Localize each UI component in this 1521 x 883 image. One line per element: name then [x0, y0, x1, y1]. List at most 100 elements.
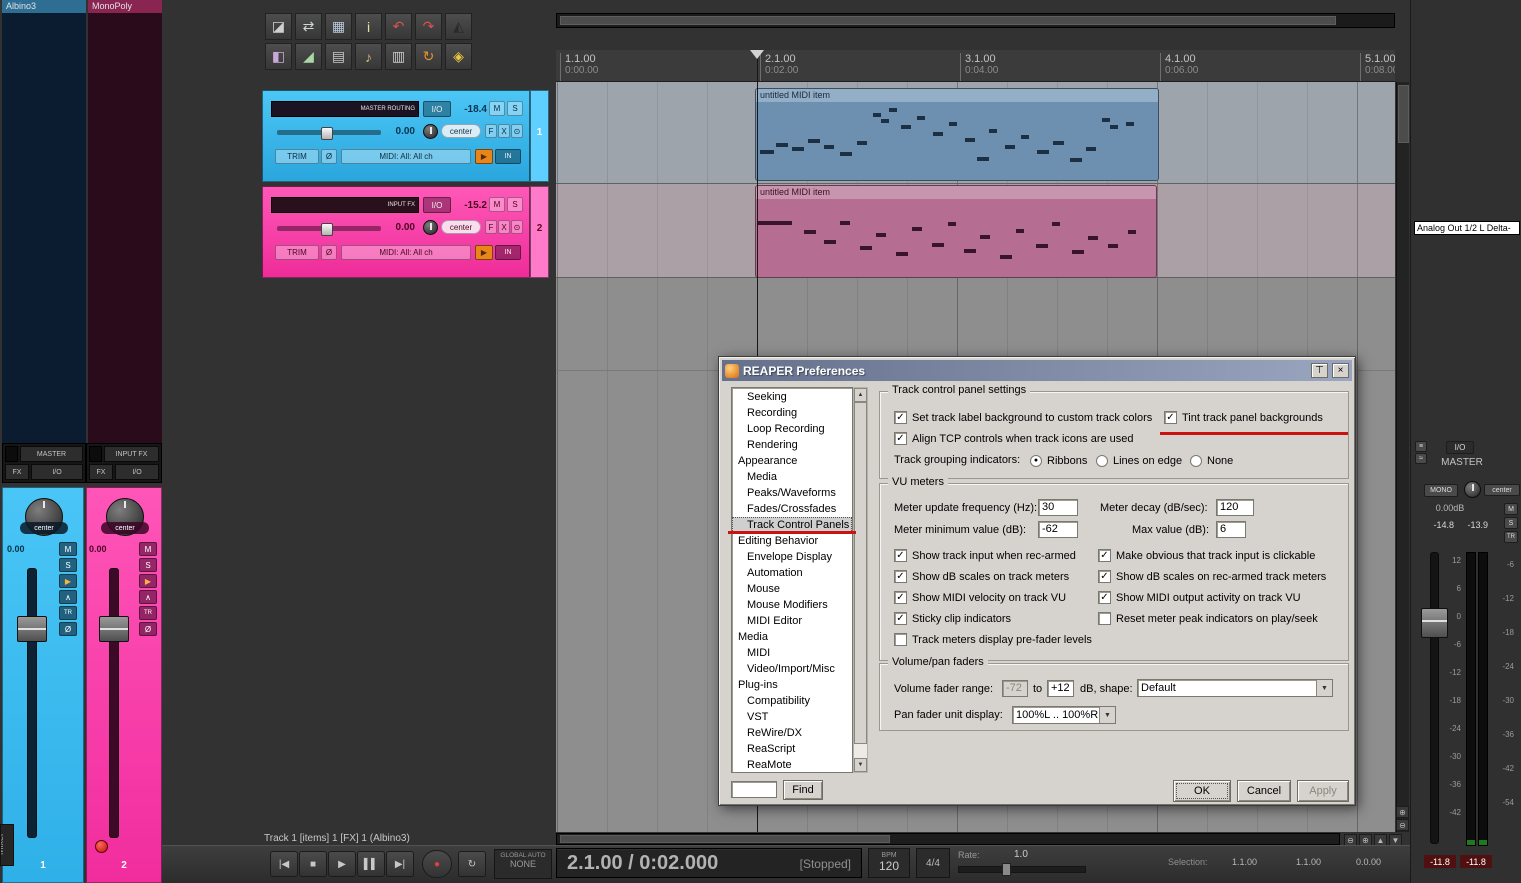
checkbox[interactable]: ✓ [894, 549, 907, 562]
checkbox[interactable]: ✓ [894, 612, 907, 625]
fx-chain-icon[interactable]: ≈ [1415, 453, 1427, 464]
tcp-track2[interactable]: INPUT FX I/O -15.2 M S 0.00 center F X ⊙… [262, 186, 530, 278]
monitor-button[interactable]: ∧ [59, 590, 77, 604]
solo-button[interactable]: S [507, 101, 523, 116]
solo-button[interactable]: S [1504, 517, 1518, 529]
mute-button[interactable]: M [489, 101, 505, 116]
pref-tree-item-rewire-dx[interactable]: ReWire/DX [732, 725, 852, 741]
fader-shape-select[interactable]: Default ▼ [1137, 679, 1333, 697]
bpm-widget[interactable]: BPM 120 [868, 848, 910, 878]
io-button[interactable]: I/O [423, 197, 451, 213]
mute-button[interactable]: M [1504, 503, 1518, 515]
record-button[interactable]: ● [422, 850, 452, 878]
pref-tree-item-media[interactable]: Media [732, 629, 852, 645]
fx-power-icon[interactable]: ⊙ [511, 124, 523, 138]
checkbox-row[interactable]: ✓ Sticky clip indicators [894, 611, 1011, 626]
chevron-down-icon[interactable]: ▼ [1316, 680, 1332, 696]
volume-fader-handle[interactable] [321, 127, 333, 140]
radio-lines-on-edge[interactable]: Lines on edge [1096, 453, 1182, 468]
checkbox-row-custom-colors[interactable]: ✓ Set track label background to custom t… [894, 410, 1152, 425]
fx-power-icon[interactable]: ⊙ [511, 220, 523, 234]
midi-item-body[interactable] [756, 199, 1156, 277]
snap-icon[interactable]: ▥ [385, 43, 412, 70]
monitor-button[interactable]: ∧ [139, 590, 157, 604]
midi-input-button[interactable]: MIDI: All: All ch [341, 149, 471, 164]
trim-button[interactable]: TR [1504, 531, 1518, 543]
fader-range-max-input[interactable]: +12 [1047, 680, 1074, 697]
phase-button[interactable]: Ø [59, 622, 77, 636]
tcp-track1[interactable]: MASTER ROUTING I/O -18.4 M S 0.00 center… [262, 90, 530, 182]
volume-fader-handle[interactable] [321, 223, 333, 236]
fx-bypass-button[interactable]: X [498, 124, 510, 138]
trim-button[interactable]: TR [59, 606, 77, 620]
metronome-icon[interactable]: ♪ [355, 43, 382, 70]
envelope-icon[interactable]: ≡ [1415, 441, 1427, 452]
midi-item-track1[interactable]: untitled MIDI item [755, 88, 1159, 181]
mixer-docker-tab[interactable]: Mixer [0, 824, 14, 866]
pref-tree-item-seeking[interactable]: Seeking [732, 389, 852, 405]
pref-tree-item-recording[interactable]: Recording [732, 405, 852, 421]
preferences-category-list[interactable]: Seeking Recording Loop Recording Rendering A… [731, 387, 853, 773]
dialog-titlebar[interactable]: REAPER Preferences ⊤ × [722, 360, 1352, 381]
scrollbar-thumb[interactable] [1398, 85, 1409, 143]
scrollbar-thumb[interactable] [854, 402, 867, 744]
meter-minimum-input[interactable]: -62 [1038, 521, 1078, 538]
midi-item-body[interactable] [756, 102, 1158, 180]
meter-update-frequency-input[interactable]: 30 [1038, 499, 1078, 516]
apply-button[interactable]: Apply [1297, 780, 1349, 802]
find-button[interactable]: Find [783, 780, 823, 800]
rate-slider-thumb[interactable] [1002, 863, 1011, 876]
repeat-button[interactable]: ↻ [458, 851, 486, 877]
trim-button[interactable]: TRIM [275, 149, 319, 164]
selection-start[interactable]: 1.1.00 [1232, 857, 1257, 867]
pin-icon[interactable]: ⊤ [1311, 363, 1328, 378]
pref-tree-item-compatibility[interactable]: Compatibility [732, 693, 852, 709]
global-automation-widget[interactable]: GLOBAL AUTO NONE [494, 849, 552, 879]
pref-tree-item-mouse[interactable]: Mouse [732, 581, 852, 597]
loop-icon[interactable]: ↻ [415, 43, 442, 70]
checkbox[interactable]: ✓ [894, 591, 907, 604]
selection-length[interactable]: 0.0.00 [1356, 857, 1381, 867]
checkbox-row[interactable]: ✓ Show MIDI velocity on track VU [894, 590, 1066, 605]
redo-icon[interactable]: ↷ [415, 13, 442, 40]
pref-tree-item-envelope-display[interactable]: Envelope Display [732, 549, 852, 565]
checkbox[interactable]: ✓ [894, 570, 907, 583]
go-to-start-button[interactable]: |◀ [270, 851, 298, 877]
pref-tree-item-video-import-misc[interactable]: Video/Import/Misc [732, 661, 852, 677]
pref-tree-item-midi-editor[interactable]: MIDI Editor [732, 613, 852, 629]
pan-value[interactable]: center [20, 522, 68, 534]
phase-button[interactable]: Ø [321, 245, 337, 260]
pref-tree-item-mouse-modifiers[interactable]: Mouse Modifiers [732, 597, 852, 613]
io-button[interactable]: I/O [31, 464, 83, 480]
volume-fader-handle[interactable] [17, 616, 47, 642]
solo-button[interactable]: S [507, 197, 523, 212]
radio-button[interactable] [1190, 454, 1202, 467]
pause-button[interactable]: ▌▌ [357, 851, 385, 877]
list-scrollbar[interactable]: ▲ ▼ [853, 387, 868, 773]
pref-tree-item-editing-behavior[interactable]: Editing Behavior [732, 533, 852, 549]
top-horizontal-scrollbar[interactable] [556, 13, 1395, 28]
volume-fader-track[interactable] [27, 568, 37, 838]
transport-time-display[interactable]: 2.1.00 / 0:02.000 [Stopped] [556, 848, 862, 878]
trim-button[interactable]: TR [139, 606, 157, 620]
solo-button[interactable]: S [59, 558, 77, 572]
midi-input-button[interactable]: MIDI: All: All ch [341, 245, 471, 260]
checkbox[interactable]: ✓ [894, 411, 907, 424]
mute-button[interactable]: M [489, 197, 505, 212]
checkbox[interactable]: ✓ [894, 432, 907, 445]
crossfade-icon[interactable]: ◧ [265, 43, 292, 70]
mixer-tab-track1[interactable]: Albino3 [2, 0, 86, 13]
close-button[interactable]: × [1332, 363, 1349, 378]
pref-tree-item-reamote[interactable]: ReaMote [732, 757, 852, 772]
pref-tree-item-fades-crossfades[interactable]: Fades/Crossfades [732, 501, 852, 517]
checkbox[interactable]: ✓ [1098, 570, 1111, 583]
fx-button[interactable]: F [485, 220, 497, 234]
scroll-up-arrow[interactable]: ▲ [854, 388, 867, 402]
clip-indicator-left[interactable]: -11.8 [1424, 855, 1456, 868]
master-fader-track[interactable] [1430, 552, 1439, 844]
zoom-out-icon[interactable]: ⊖ [1396, 819, 1409, 831]
checkbox-row[interactable]: ✓ Show dB scales on rec-armed track meter… [1098, 569, 1326, 584]
time-signature-widget[interactable]: 4/4 [916, 848, 950, 878]
checkbox[interactable]: ✓ [1098, 549, 1111, 562]
volume-value[interactable]: 0.00 [385, 220, 415, 234]
